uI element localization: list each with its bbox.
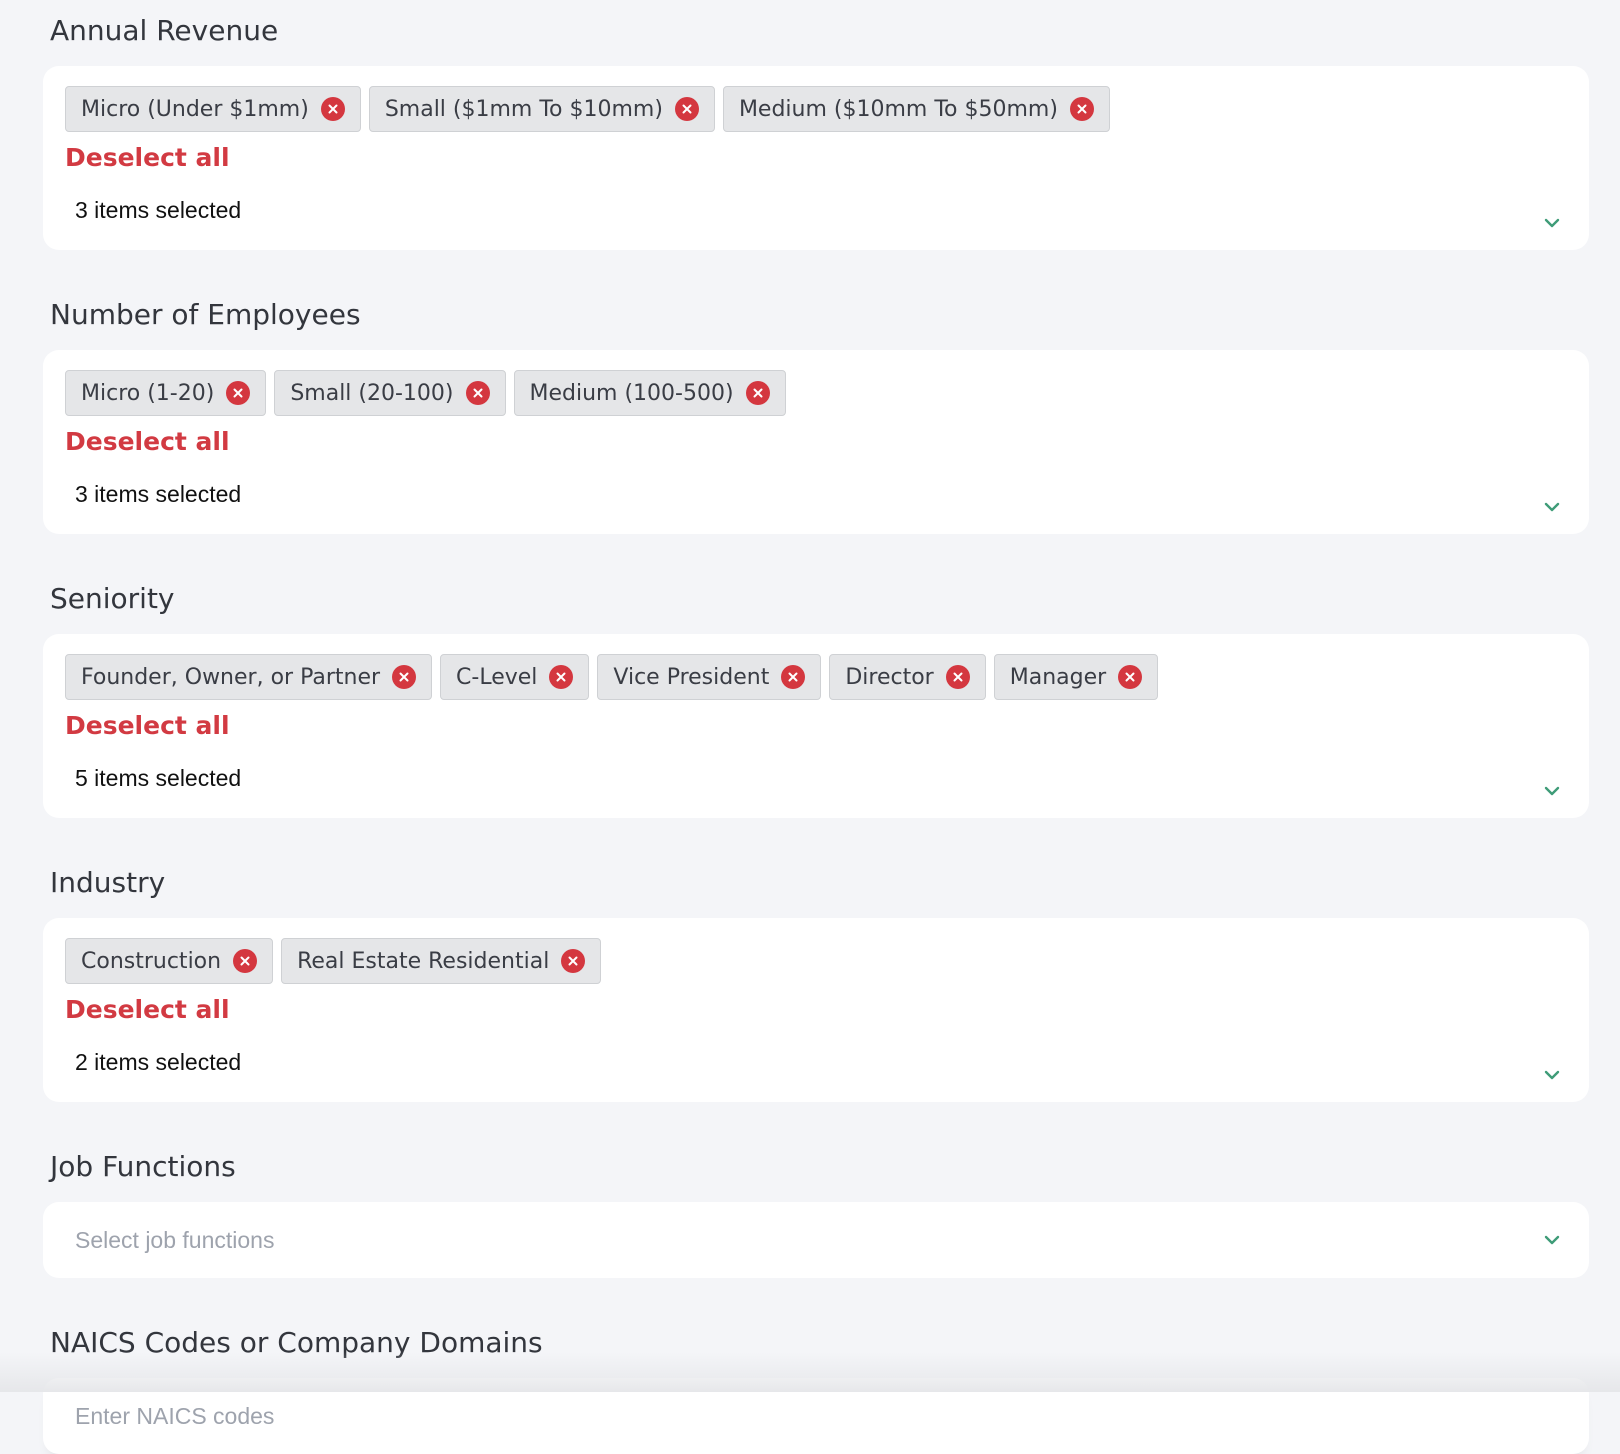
chevron-down-icon[interactable] [1541,496,1563,518]
chip-label: Micro (Under $1mm) [81,96,309,122]
deselect-all-button[interactable]: Deselect all [65,425,230,459]
selected-chip: Construction [65,938,274,984]
close-circle-icon[interactable] [781,665,806,689]
selected-count: 3 items selected [75,481,242,507]
chevron-down-icon[interactable] [1541,780,1563,802]
industry-label: Industry [50,866,166,899]
industry-chips: Construction Real Estate Residential [65,938,1567,984]
seniority-label: Seniority [50,582,175,615]
chip-label: Medium ($10mm To $50mm) [738,96,1058,122]
naics-input[interactable] [75,1402,975,1430]
selected-chip: Vice President [597,654,822,700]
close-circle-icon[interactable] [945,665,970,689]
selected-chip: Micro (1-20) [65,370,267,416]
chip-label: Manager [1009,664,1107,690]
chevron-down-icon[interactable] [1541,212,1563,234]
selected-count: 3 items selected [75,197,242,223]
deselect-all-button[interactable]: Deselect all [65,141,230,175]
selected-chip: Real Estate Residential [281,938,602,984]
chip-label: Director [845,664,934,690]
chip-label: Real Estate Residential [297,948,550,974]
chip-label: C-Level [456,664,538,690]
selected-chip: Medium ($10mm To $50mm) [722,86,1110,132]
annual-revenue-select[interactable]: Micro (Under $1mm) Small ($1mm To $10mm)… [43,66,1589,250]
naics-field [43,1378,1589,1454]
naics-label: NAICS Codes or Company Domains [50,1326,543,1359]
close-circle-icon[interactable] [549,665,574,689]
selected-count: 2 items selected [75,1049,242,1075]
industry-select[interactable]: Construction Real Estate Residential Des… [43,918,1589,1102]
selected-chip: Small (20-100) [274,370,506,416]
close-circle-icon[interactable] [226,381,251,405]
employees-select[interactable]: Micro (1-20) Small (20-100) Medium (100-… [43,350,1589,534]
close-circle-icon[interactable] [674,97,699,121]
selected-chip: C-Level [440,654,590,700]
close-circle-icon[interactable] [1069,97,1094,121]
selected-chip: Medium (100-500) [513,370,786,416]
selected-chip: Founder, Owner, or Partner [65,654,433,700]
filter-form: Annual Revenue Micro (Under $1mm) Small … [43,0,1589,1454]
chip-label: Medium (100-500) [529,380,734,406]
employees-chips: Micro (1-20) Small (20-100) Medium (100-… [65,370,1567,416]
employees-label: Number of Employees [50,298,361,331]
annual-revenue-label: Annual Revenue [50,14,279,47]
close-circle-icon[interactable] [1118,665,1143,689]
deselect-all-button[interactable]: Deselect all [65,709,230,743]
selected-chip: Manager [993,654,1159,700]
close-circle-icon[interactable] [320,97,345,121]
job-functions-select[interactable]: Select job functions [43,1202,1589,1278]
close-circle-icon[interactable] [392,665,417,689]
chip-label: Vice President [613,664,770,690]
chip-label: Small (20-100) [290,380,454,406]
close-circle-icon[interactable] [233,949,258,973]
job-functions-placeholder: Select job functions [75,1226,275,1253]
chip-label: Founder, Owner, or Partner [81,664,381,690]
seniority-select[interactable]: Founder, Owner, or Partner C-Level Vice … [43,634,1589,818]
job-functions-label: Job Functions [50,1150,236,1183]
selected-chip: Micro (Under $1mm) [65,86,361,132]
selected-chip: Director [829,654,986,700]
chip-label: Small ($1mm To $10mm) [384,96,663,122]
close-circle-icon[interactable] [745,381,770,405]
seniority-chips: Founder, Owner, or Partner C-Level Vice … [65,654,1567,700]
chip-label: Construction [81,948,222,974]
deselect-all-button[interactable]: Deselect all [65,993,230,1027]
close-circle-icon[interactable] [465,381,490,405]
chevron-down-icon[interactable] [1541,1229,1563,1251]
selected-count: 5 items selected [75,765,242,791]
selected-chip: Small ($1mm To $10mm) [368,86,715,132]
annual-revenue-chips: Micro (Under $1mm) Small ($1mm To $10mm)… [65,86,1567,132]
chevron-down-icon[interactable] [1541,1064,1563,1086]
close-circle-icon[interactable] [561,949,586,973]
chip-label: Micro (1-20) [81,380,215,406]
